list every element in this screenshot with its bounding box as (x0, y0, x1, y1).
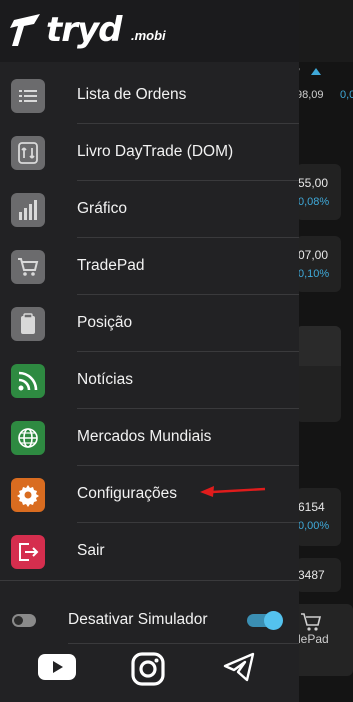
swap-arrows-icon (11, 136, 45, 170)
menu-item-label: Lista de Ordens (77, 86, 187, 103)
rss-icon (11, 364, 45, 398)
tradepad-tab-label: dePad (294, 632, 329, 646)
menu-item-label: Gráfico (77, 200, 127, 217)
logo-mark-icon (10, 14, 40, 46)
background-panel (296, 326, 341, 422)
cart-icon (301, 613, 322, 631)
quote-card[interactable]: 07,00 0,10% (296, 236, 341, 292)
quote-value: 55,00 (298, 176, 329, 190)
menu-item-label: Notícias (77, 371, 133, 388)
simulator-label: Desativar Simulador (68, 611, 208, 628)
quote-percent: 0,00% (298, 520, 330, 532)
quote-value: 3487 (298, 568, 325, 582)
logo-suffix: .mobi (131, 28, 166, 43)
drawer-menu: Lista de Ordens Livro DayTrade (DOM) Grá… (0, 67, 299, 580)
menu-item-mercados-mundiais[interactable]: Mercados Mundiais (0, 409, 299, 466)
gear-icon (11, 478, 45, 512)
cart-icon (11, 250, 45, 284)
menu-item-noticias[interactable]: Notícias (0, 352, 299, 409)
menu-item-label: Sair (77, 542, 105, 559)
background-header-value-2: 0,0 (340, 89, 353, 101)
background-header-value: 98,09 (296, 89, 324, 101)
globe-icon (11, 421, 45, 455)
menu-item-lista-de-ordens[interactable]: Lista de Ordens (0, 67, 299, 124)
menu-item-label: Configurações (77, 485, 177, 502)
menu-item-tradepad[interactable]: TradePad (0, 238, 299, 295)
menu-item-grafico[interactable]: Gráfico (0, 181, 299, 238)
divider (0, 580, 299, 581)
menu-item-label: Posição (77, 314, 133, 331)
menu-item-sair[interactable]: Sair (0, 523, 299, 580)
quote-value: 6154 (298, 500, 325, 514)
youtube-icon[interactable] (38, 652, 76, 682)
quote-percent: 0,08% (298, 196, 330, 208)
quote-value: 07,00 (298, 248, 329, 262)
clipboard-icon (11, 307, 45, 341)
menu-item-label: Mercados Mundiais (77, 428, 212, 445)
exit-icon (11, 535, 45, 569)
menu-item-label: TradePad (77, 257, 145, 274)
quote-card[interactable]: 55,00 0,08% (296, 164, 341, 220)
simulator-toggle[interactable] (247, 611, 283, 630)
menu-item-livro-daytrade[interactable]: Livro DayTrade (DOM) (0, 124, 299, 181)
quote-card[interactable]: 6154 0,00% (296, 488, 341, 546)
divider (68, 643, 299, 644)
instagram-icon[interactable] (131, 652, 165, 686)
annotation-arrow-icon (200, 486, 266, 497)
navigation-drawer: tryd .mobi Lista de Ordens Livro DayTrad… (0, 0, 299, 702)
menu-item-posicao[interactable]: Posição (0, 295, 299, 352)
simulator-row[interactable]: Desativar Simulador (0, 600, 299, 640)
toggle-small-icon (12, 614, 36, 627)
tryd-logo: tryd .mobi (10, 8, 180, 52)
sort-up-icon[interactable] (311, 68, 321, 75)
menu-item-label: Livro DayTrade (DOM) (77, 143, 234, 160)
quote-card[interactable]: 3487 (296, 558, 341, 592)
quote-percent: 0,10% (298, 268, 330, 280)
list-icon (11, 79, 45, 113)
bar-chart-icon (11, 193, 45, 227)
logo-text: tryd (46, 10, 123, 50)
drawer-header: tryd .mobi (0, 0, 299, 62)
toggle-thumb (264, 611, 283, 630)
telegram-icon[interactable] (223, 652, 255, 682)
